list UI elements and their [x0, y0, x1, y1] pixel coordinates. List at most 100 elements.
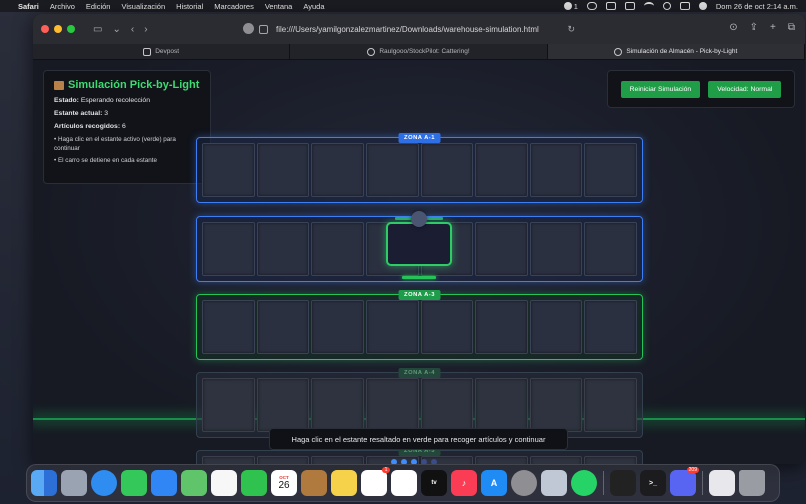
- shelf-cell[interactable]: [420, 378, 474, 432]
- whatsapp-icon[interactable]: [571, 470, 597, 496]
- forward-icon[interactable]: ›: [144, 24, 147, 35]
- contacts-icon[interactable]: [301, 470, 327, 496]
- shelf-cell[interactable]: [311, 222, 364, 276]
- minimize-window-button[interactable]: [54, 25, 62, 33]
- shelf-cell[interactable]: [256, 378, 310, 432]
- control-center-icon[interactable]: [679, 2, 690, 10]
- shelf-cell[interactable]: [584, 300, 637, 354]
- menu-archivo[interactable]: Archivo: [50, 2, 75, 11]
- shelf-cell[interactable]: [584, 456, 637, 464]
- menu-historial[interactable]: Historial: [176, 2, 203, 11]
- address-bar[interactable]: file:///Users/yamilgonzalezmartinez/Down…: [259, 21, 575, 37]
- sidebar-icon[interactable]: ▭: [93, 24, 102, 35]
- shelf-cell[interactable]: [529, 378, 583, 432]
- trash-icon[interactable]: [739, 470, 765, 496]
- shelf-cell[interactable]: [529, 456, 583, 464]
- shelf-cell[interactable]: [202, 222, 255, 276]
- shelf-cell[interactable]: [256, 456, 310, 464]
- maps-icon[interactable]: [181, 470, 207, 496]
- discord-icon[interactable]: 209: [670, 467, 699, 496]
- wifi-icon[interactable]: [643, 2, 654, 10]
- close-window-button[interactable]: [41, 25, 49, 33]
- shelf-cell[interactable]: [311, 143, 364, 197]
- menu-edicion[interactable]: Edición: [86, 2, 111, 11]
- shelf-cell[interactable]: [475, 300, 528, 354]
- shelf-cell[interactable]: [475, 378, 528, 432]
- menu-ventana[interactable]: Ventana: [265, 2, 293, 11]
- shelf-cell[interactable]: [529, 222, 583, 276]
- shelf-cell[interactable]: [202, 143, 255, 197]
- shelf-cell[interactable]: [475, 143, 528, 197]
- music-icon[interactable]: ♪: [451, 470, 477, 496]
- active-shelf-cell[interactable]: [386, 222, 452, 266]
- tab-devpost[interactable]: Devpost: [33, 44, 291, 59]
- download-icon[interactable]: ⊙: [729, 22, 737, 33]
- cube-icon[interactable]: [610, 470, 636, 496]
- shelf-cell[interactable]: [584, 378, 637, 432]
- tab-overview-icon[interactable]: ⧉: [788, 22, 795, 33]
- speed-button[interactable]: Velocidad: Normal: [708, 80, 782, 98]
- finder-icon[interactable]: [31, 470, 57, 496]
- menu-safari[interactable]: Safari: [18, 2, 39, 11]
- shelf-cell[interactable]: [420, 143, 474, 197]
- shelf-cell[interactable]: [529, 143, 583, 197]
- datetime[interactable]: Dom 26 de oct 2:14 a.m.: [716, 2, 798, 11]
- restart-button[interactable]: Reiniciar Simulación: [620, 80, 701, 98]
- shelf-cell[interactable]: [311, 456, 364, 464]
- safari-icon[interactable]: [91, 470, 117, 496]
- notes-icon[interactable]: [331, 470, 357, 496]
- shelf-cell[interactable]: [256, 300, 310, 354]
- shelf-cell[interactable]: [365, 300, 419, 354]
- launchpad-icon[interactable]: [61, 470, 87, 496]
- siri-icon[interactable]: [698, 2, 707, 10]
- menu-visualizacion[interactable]: Visualización: [121, 2, 165, 11]
- shelf-cell[interactable]: [311, 300, 364, 354]
- battery-icon[interactable]: [624, 2, 635, 10]
- facetime-icon[interactable]: [241, 470, 267, 496]
- instruction-item: • El carro se detiene en cada estante: [54, 157, 158, 164]
- share-icon[interactable]: ⇪: [750, 22, 758, 33]
- cloud-icon[interactable]: [586, 2, 597, 10]
- documents-icon[interactable]: [709, 470, 735, 496]
- back-icon[interactable]: ‹: [131, 24, 134, 35]
- status-app-icon[interactable]: 1: [563, 2, 578, 11]
- messages-icon[interactable]: [121, 470, 147, 496]
- shelf-cell[interactable]: [584, 143, 637, 197]
- tab-github[interactable]: Raulgooo/StockPilot: Cattering!: [290, 44, 548, 59]
- reminders-icon[interactable]: 1: [361, 467, 390, 496]
- shelf-cell[interactable]: [475, 456, 528, 464]
- shelf-cell[interactable]: [202, 378, 255, 432]
- shelf-cell[interactable]: [365, 143, 419, 197]
- mail-icon[interactable]: [151, 470, 177, 496]
- shelf-cell[interactable]: [256, 143, 310, 197]
- zone-a1-shelf[interactable]: ZONA A-1: [196, 133, 643, 203]
- zoom-window-button[interactable]: [67, 25, 75, 33]
- terminal-icon[interactable]: >_: [640, 470, 666, 496]
- chevron-down-icon[interactable]: ⌄: [112, 24, 120, 35]
- search-icon[interactable]: [662, 2, 671, 10]
- tab-simulation[interactable]: Simulación de Almacén - Pick-by-Light: [547, 44, 805, 59]
- app-store-icon[interactable]: A: [481, 470, 507, 496]
- shelf-cell[interactable]: [529, 300, 583, 354]
- shelf-cell[interactable]: [365, 378, 419, 432]
- shelf-cell[interactable]: [202, 300, 255, 354]
- shelf-cell[interactable]: [584, 222, 637, 276]
- shelf-cell[interactable]: [420, 300, 474, 354]
- preview-icon[interactable]: [541, 470, 567, 496]
- shelf-cell[interactable]: [202, 456, 255, 464]
- freeform-icon[interactable]: [391, 470, 417, 496]
- menu-ayuda[interactable]: Ayuda: [303, 2, 324, 11]
- shelf-cell[interactable]: [256, 222, 310, 276]
- display-icon[interactable]: [605, 2, 616, 10]
- shelf-cell[interactable]: [475, 222, 528, 276]
- menu-marcadores[interactable]: Marcadores: [214, 2, 254, 11]
- tv-icon[interactable]: tv: [421, 470, 447, 496]
- privacy-icon[interactable]: [243, 23, 254, 34]
- photos-icon[interactable]: [211, 470, 237, 496]
- reload-icon[interactable]: ↻: [567, 24, 575, 35]
- new-tab-icon[interactable]: +: [770, 22, 776, 33]
- shelf-cell[interactable]: [311, 378, 364, 432]
- zone-a3-shelf[interactable]: ZONA A-3: [196, 290, 643, 360]
- calendar-icon[interactable]: OCT 26: [271, 470, 297, 496]
- settings-icon[interactable]: [511, 470, 537, 496]
